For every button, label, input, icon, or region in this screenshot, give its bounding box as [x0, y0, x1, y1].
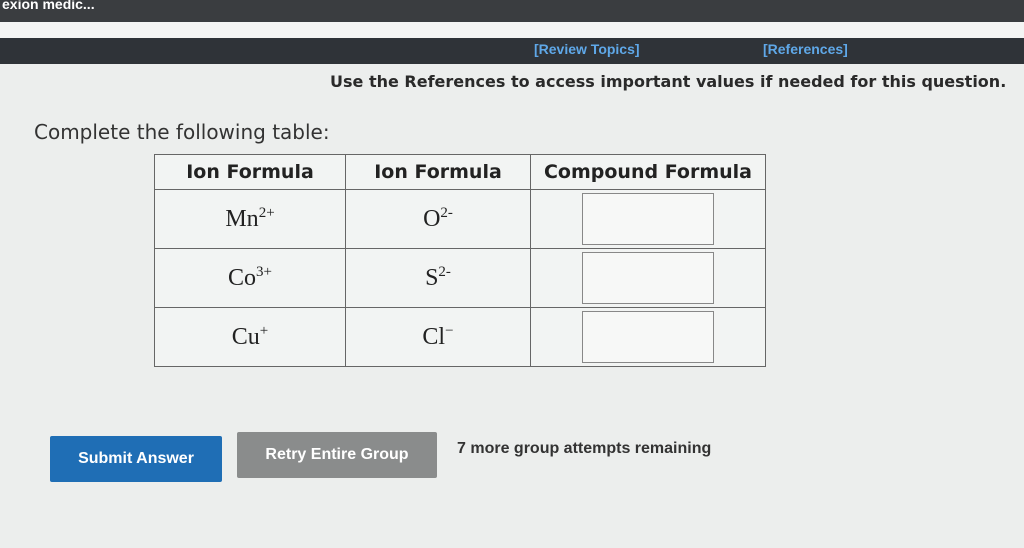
- header-ion-formula-2: Ion Formula: [345, 154, 531, 190]
- review-topics-link[interactable]: [Review Topics]: [534, 41, 640, 57]
- cation-symbol: Cu: [231, 324, 260, 350]
- anion-cell: S2-: [345, 248, 531, 308]
- anion-symbol: S: [425, 265, 439, 291]
- header-ion-formula-1: Ion Formula: [154, 154, 346, 190]
- anion-cell: Cl−: [345, 307, 531, 367]
- cation-charge: 2+: [258, 205, 275, 221]
- attempts-remaining-text: 7 more group attempts remaining: [457, 440, 712, 457]
- compound-formula-input[interactable]: [582, 193, 714, 245]
- cation-cell: Cu+: [154, 307, 346, 367]
- anion-charge: −: [445, 323, 454, 339]
- title-gap: [0, 22, 1024, 38]
- question-content: Use the References to access important v…: [0, 64, 1024, 548]
- references-bar: [Review Topics] [References]: [0, 38, 1024, 64]
- window-title-bar: exion medic...: [0, 0, 1024, 22]
- table-row: Mn2+ O2-: [154, 189, 766, 249]
- cation-symbol: Mn: [225, 206, 259, 232]
- anion-symbol: Cl: [422, 324, 446, 350]
- anion-cell: O2-: [345, 189, 531, 249]
- cation-cell: Co3+: [154, 248, 346, 308]
- table-row: Cu+ Cl−: [154, 307, 766, 367]
- compound-cell: [530, 248, 766, 308]
- header-compound-formula: Compound Formula: [530, 154, 766, 190]
- anion-symbol: O: [423, 206, 441, 232]
- cation-charge: 3+: [256, 264, 272, 280]
- ion-table: Ion Formula Ion Formula Compound Formula…: [154, 154, 766, 367]
- compound-cell: [530, 189, 766, 249]
- question-prompt: Complete the following table:: [34, 120, 330, 144]
- table-row: Co3+ S2-: [154, 248, 766, 308]
- instructions-text: Use the References to access important v…: [330, 72, 1007, 91]
- anion-charge: 2-: [440, 205, 453, 221]
- table-header-row: Ion Formula Ion Formula Compound Formula: [154, 154, 766, 190]
- compound-cell: [530, 307, 766, 367]
- references-link[interactable]: [References]: [763, 41, 848, 57]
- submit-answer-button[interactable]: Submit Answer: [50, 436, 222, 482]
- compound-formula-input[interactable]: [582, 311, 714, 363]
- window-title: exion medic...: [2, 0, 95, 12]
- cation-charge: +: [259, 323, 269, 339]
- cation-cell: Mn2+: [154, 189, 346, 249]
- cation-symbol: Co: [228, 265, 257, 291]
- compound-formula-input[interactable]: [582, 252, 714, 304]
- retry-entire-group-button[interactable]: Retry Entire Group: [237, 432, 437, 478]
- anion-charge: 2-: [438, 264, 451, 280]
